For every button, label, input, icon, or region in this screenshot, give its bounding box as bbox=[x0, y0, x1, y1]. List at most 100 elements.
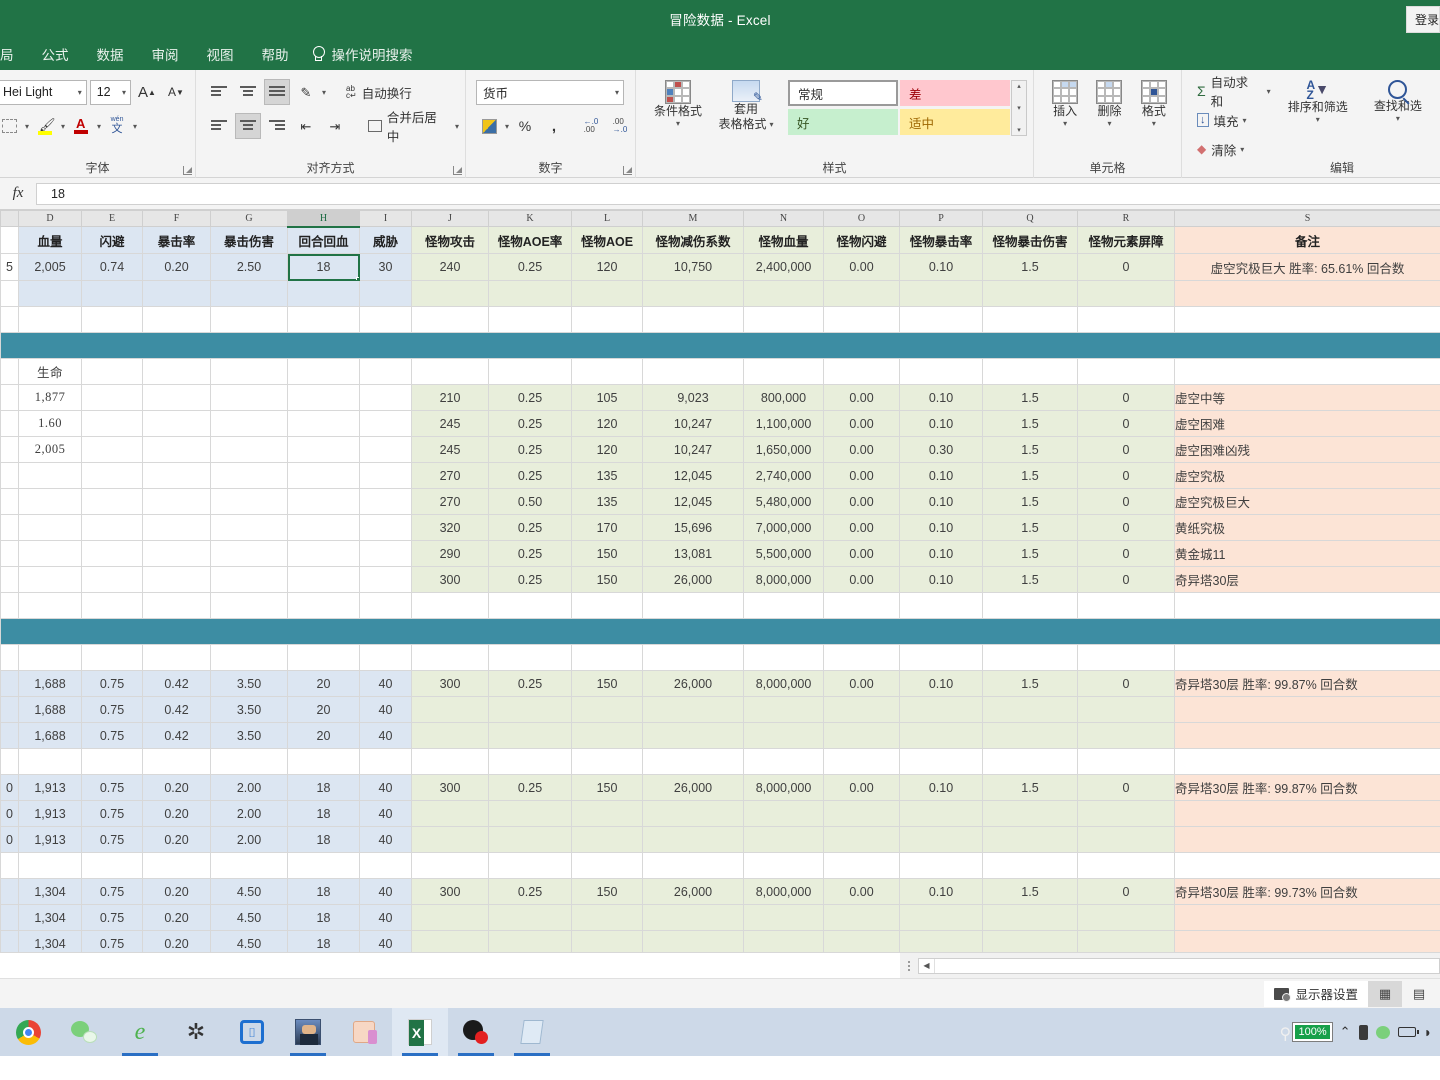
monster-cell-6[interactable] bbox=[899, 930, 983, 952]
monster-cell-1[interactable] bbox=[488, 800, 572, 827]
empty-cell[interactable] bbox=[488, 280, 572, 307]
player-cell-5[interactable]: 40 bbox=[359, 670, 412, 697]
top-row-cell-4[interactable]: 2.50 bbox=[210, 253, 288, 281]
column-header-H[interactable]: H bbox=[287, 210, 360, 228]
blank-cell[interactable] bbox=[18, 540, 82, 567]
player-cell-1[interactable]: 0.75 bbox=[81, 826, 143, 853]
top-row-cell-8[interactable]: 0.25 bbox=[488, 253, 572, 281]
monster-cell-6[interactable]: 0.10 bbox=[899, 488, 983, 515]
blank-cell[interactable] bbox=[142, 384, 211, 411]
phone-icon[interactable] bbox=[1358, 1024, 1368, 1040]
empty-cell[interactable] bbox=[571, 280, 643, 307]
chevron-down-icon[interactable]: ▾ bbox=[1396, 114, 1400, 124]
taskbar-app-blue[interactable]: ⌷ bbox=[224, 1008, 280, 1056]
number-dialog-launcher[interactable] bbox=[623, 166, 632, 175]
blank-cell[interactable] bbox=[81, 488, 143, 515]
blank-cell[interactable] bbox=[642, 592, 744, 619]
monster-cell-1[interactable]: 0.25 bbox=[488, 384, 572, 411]
blank-cell[interactable] bbox=[81, 592, 143, 619]
blank-cell[interactable] bbox=[210, 306, 288, 333]
empty-cell[interactable] bbox=[287, 280, 360, 307]
column-title-16[interactable]: 备注 bbox=[1174, 226, 1440, 254]
accounting-format-button[interactable] bbox=[476, 113, 502, 139]
blank-cell[interactable] bbox=[1077, 852, 1175, 879]
blank-cell[interactable] bbox=[359, 410, 412, 437]
monster-cell-4[interactable]: 5,480,000 bbox=[743, 488, 824, 515]
blank-cell[interactable] bbox=[982, 592, 1078, 619]
monster-cell-8[interactable]: 0 bbox=[1077, 670, 1175, 697]
player-remark[interactable]: 奇异塔30层 胜率: 99.87% 回合数 bbox=[1174, 670, 1440, 697]
blank-cell[interactable] bbox=[210, 540, 288, 567]
shrink-font-button[interactable]: A ▼ bbox=[163, 79, 189, 105]
blank-cell[interactable] bbox=[359, 384, 412, 411]
player-cell-3[interactable]: 3.50 bbox=[210, 670, 288, 697]
merge-center-button[interactable]: 合并后居中 bbox=[365, 111, 452, 144]
normal-view-button[interactable]: ▦ bbox=[1368, 980, 1402, 1007]
column-title-11[interactable]: 怪物血量 bbox=[743, 226, 824, 254]
taskbar-internet-explorer[interactable]: e bbox=[112, 1008, 168, 1056]
player-cell-2[interactable]: 0.42 bbox=[142, 722, 211, 749]
monster-cell-5[interactable]: 0.00 bbox=[823, 436, 900, 463]
monster-cell-2[interactable] bbox=[571, 826, 643, 853]
blank-cell[interactable] bbox=[18, 306, 82, 333]
blank-cell[interactable] bbox=[359, 748, 412, 775]
wrap-text-button[interactable]: ab c↵ 自动换行 bbox=[343, 79, 415, 105]
monster-cell-2[interactable]: 135 bbox=[571, 488, 643, 515]
sign-in-button[interactable]: 登录 bbox=[1406, 6, 1440, 33]
blank-cell[interactable] bbox=[142, 566, 211, 593]
tab-review[interactable]: 审阅 bbox=[138, 40, 193, 68]
column-title-14[interactable]: 怪物暴击伤害 bbox=[982, 226, 1078, 254]
monster-cell-7[interactable]: 1.5 bbox=[982, 774, 1078, 801]
blank-cell[interactable] bbox=[571, 306, 643, 333]
blank-cell[interactable] bbox=[0, 748, 19, 775]
blank-cell[interactable] bbox=[142, 540, 211, 567]
monster-cell-2[interactable]: 150 bbox=[571, 878, 643, 905]
monster-cell-6[interactable]: 0.10 bbox=[899, 410, 983, 437]
player-cell-3[interactable]: 4.50 bbox=[210, 904, 288, 931]
monster-cell-3[interactable] bbox=[642, 722, 744, 749]
player-col-c[interactable]: 0 bbox=[0, 774, 19, 801]
player-cell-2[interactable]: 0.20 bbox=[142, 774, 211, 801]
monster-cell-3[interactable]: 10,247 bbox=[642, 410, 744, 437]
player-cell-3[interactable]: 2.00 bbox=[210, 800, 288, 827]
monster-cell-8[interactable] bbox=[1077, 826, 1175, 853]
monster-remark[interactable]: 黄纸究极 bbox=[1174, 514, 1440, 541]
player-cell-2[interactable]: 0.20 bbox=[142, 930, 211, 952]
cell-style-good[interactable]: 好 bbox=[788, 109, 898, 135]
player-cell-0[interactable]: 1,913 bbox=[18, 774, 82, 801]
scroll-up-icon[interactable]: ▴ bbox=[1017, 82, 1021, 90]
player-cell-1[interactable]: 0.75 bbox=[81, 722, 143, 749]
taskbar-notepad[interactable] bbox=[504, 1008, 560, 1056]
chevron-down-icon[interactable]: ▾ bbox=[1152, 119, 1156, 129]
blank-cell[interactable] bbox=[488, 644, 572, 671]
blank-cell[interactable] bbox=[287, 358, 360, 385]
blank-cell[interactable] bbox=[81, 306, 143, 333]
blank-cell[interactable] bbox=[899, 358, 983, 385]
player-cell-0[interactable]: 1,304 bbox=[18, 904, 82, 931]
monster-cell-1[interactable]: 0.50 bbox=[488, 488, 572, 515]
chevron-down-icon[interactable]: ▾ bbox=[1267, 87, 1271, 96]
blank-cell[interactable] bbox=[81, 566, 143, 593]
blank-cell[interactable] bbox=[210, 644, 288, 671]
column-header-D[interactable]: D bbox=[18, 210, 82, 227]
taskbar-wechat[interactable] bbox=[56, 1008, 112, 1056]
blank-cell[interactable] bbox=[81, 540, 143, 567]
selection-fill-handle[interactable] bbox=[356, 277, 359, 280]
formula-input[interactable]: 18 bbox=[36, 182, 1440, 205]
taskbar-excel[interactable]: X bbox=[392, 1008, 448, 1056]
player-remark[interactable] bbox=[1174, 800, 1440, 827]
monster-cell-1[interactable]: 0.25 bbox=[488, 774, 572, 801]
monster-cell-3[interactable]: 26,000 bbox=[642, 878, 744, 905]
monster-cell-6[interactable]: 0.10 bbox=[899, 514, 983, 541]
player-cell-3[interactable]: 4.50 bbox=[210, 878, 288, 905]
column-title-1[interactable]: 血量 bbox=[18, 226, 82, 254]
monster-cell-0[interactable]: 300 bbox=[411, 670, 489, 697]
monster-cell-1[interactable]: 0.25 bbox=[488, 540, 572, 567]
blank-cell[interactable] bbox=[743, 306, 824, 333]
top-row-cell-12[interactable]: 0.00 bbox=[823, 253, 900, 281]
insert-function-button[interactable]: fx bbox=[0, 178, 36, 209]
player-cell-0[interactable]: 1,304 bbox=[18, 878, 82, 905]
monster-cell-7[interactable]: 1.5 bbox=[982, 540, 1078, 567]
column-header-Q[interactable]: Q bbox=[982, 210, 1078, 227]
monster-cell-0[interactable] bbox=[411, 930, 489, 952]
